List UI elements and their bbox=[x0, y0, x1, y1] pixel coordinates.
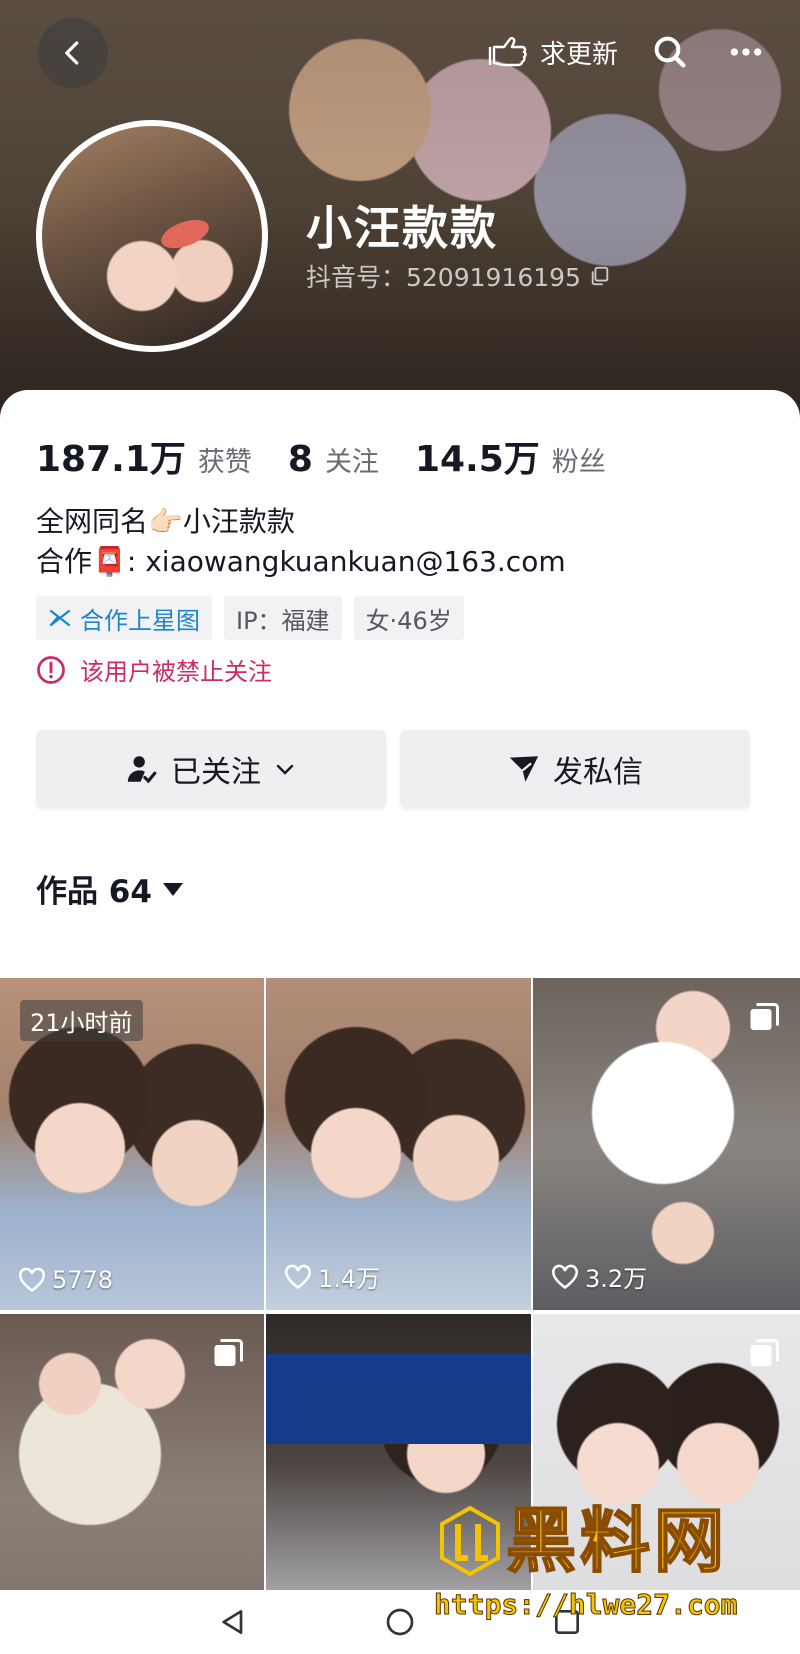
bio-line-2-suffix: : xiaowangkuankuan@163.com bbox=[126, 545, 566, 578]
stat-likes-value: 187.1万 bbox=[36, 439, 186, 480]
warning-icon bbox=[37, 655, 65, 684]
chevron-left-icon bbox=[65, 41, 79, 65]
watermark-url: https://hlwe27.com bbox=[433, 1588, 738, 1622]
following-button-label: 已关注 bbox=[171, 755, 261, 790]
video-tile[interactable]: 1.4万 bbox=[266, 978, 533, 1310]
header-actions: 求更新 bbox=[488, 24, 770, 80]
following-button[interactable]: 已关注 bbox=[36, 730, 386, 808]
heart-icon bbox=[285, 1264, 311, 1289]
bio-line-1-suffix: 小汪款款 bbox=[182, 505, 295, 538]
video-likes-count: 3.2万 bbox=[585, 1265, 648, 1293]
video-likes: 1.4万 bbox=[284, 1259, 380, 1294]
douyin-id-text: 抖音号：52091916195 bbox=[306, 263, 581, 292]
works-tab-label: 作品 64 bbox=[36, 874, 152, 910]
bio-line-1-emoji: 👉🏻 bbox=[148, 505, 183, 538]
watermark-title: 黑料网 bbox=[505, 1500, 728, 1582]
stat-following[interactable]: 8 关注 bbox=[288, 439, 379, 480]
watermark: 黑料网 bbox=[440, 1500, 728, 1582]
profile-tags: 合作上星图 IP：福建 女·46岁 bbox=[36, 596, 464, 640]
heart-icon bbox=[552, 1264, 578, 1289]
tag-ip: IP：福建 bbox=[224, 596, 342, 640]
follow-ban-notice: 该用户被禁止关注 bbox=[36, 652, 272, 687]
bio-line-1: 全网同名👉🏻小汪款款 bbox=[36, 502, 566, 542]
video-tile[interactable]: 21小时前 5778 bbox=[0, 978, 266, 1310]
bio-line-2-prefix: 合作 bbox=[36, 545, 93, 578]
back-button[interactable] bbox=[38, 18, 108, 88]
video-tile[interactable]: 3.2万 bbox=[533, 978, 800, 1310]
more-dots-icon bbox=[730, 48, 762, 56]
search-icon bbox=[654, 36, 686, 68]
copy-icon bbox=[591, 266, 609, 286]
request-update-label: 求更新 bbox=[539, 39, 618, 70]
gallery-icon bbox=[750, 1003, 779, 1030]
bio-line-1-prefix: 全网同名 bbox=[36, 505, 149, 538]
gallery-icon bbox=[214, 1339, 243, 1366]
douyin-id[interactable]: 抖音号：52091916195 bbox=[306, 258, 611, 294]
tag-star-map[interactable]: 合作上星图 bbox=[36, 596, 212, 640]
nav-back-icon[interactable] bbox=[217, 1606, 249, 1638]
message-button-label: 发私信 bbox=[553, 755, 643, 790]
bio-line-2: 合作📮: xiaowangkuankuan@163.com bbox=[36, 542, 566, 582]
stat-likes: 187.1万 获赞 bbox=[36, 430, 252, 482]
search-button[interactable] bbox=[646, 28, 694, 76]
user-check-icon bbox=[127, 756, 157, 784]
video-likes-count: 5778 bbox=[52, 1266, 114, 1294]
works-tab[interactable]: 作品 64 bbox=[36, 866, 184, 911]
stat-following-value: 8 bbox=[287, 439, 313, 480]
heart-icon bbox=[19, 1267, 45, 1293]
request-update-button[interactable]: 求更新 bbox=[488, 33, 618, 71]
star-map-icon bbox=[49, 609, 71, 627]
caret-down-icon bbox=[162, 882, 183, 896]
stats-row: 187.1万 获赞 8 关注 14.5万 粉丝 bbox=[36, 430, 642, 482]
follow-ban-text: 该用户被禁止关注 bbox=[80, 658, 272, 686]
video-time-badge: 21小时前 bbox=[20, 1000, 143, 1041]
chevron-down-icon bbox=[276, 764, 294, 775]
stat-likes-label: 获赞 bbox=[197, 447, 252, 478]
profile-nickname: 小汪款款 bbox=[306, 201, 498, 255]
action-buttons: 已关注 发私信 bbox=[36, 730, 750, 808]
more-button[interactable] bbox=[722, 28, 770, 76]
tag-star-map-label: 合作上星图 bbox=[80, 606, 200, 635]
profile-bio: 全网同名👉🏻小汪款款 合作📮: xiaowangkuankuan@163.com bbox=[36, 502, 566, 582]
paper-plane-icon bbox=[509, 756, 539, 782]
avatar-decoration bbox=[157, 214, 213, 254]
tag-gender-age: 女·46岁 bbox=[353, 596, 464, 640]
stat-followers[interactable]: 14.5万 粉丝 bbox=[415, 430, 606, 482]
avatar[interactable] bbox=[36, 120, 268, 352]
gallery-icon bbox=[750, 1339, 779, 1366]
message-button[interactable]: 发私信 bbox=[400, 730, 750, 808]
stat-following-label: 关注 bbox=[324, 447, 379, 478]
video-likes: 5778 bbox=[18, 1266, 113, 1294]
pointing-hand-icon bbox=[488, 37, 527, 67]
video-likes-count: 1.4万 bbox=[318, 1265, 381, 1293]
watermark-logo-icon bbox=[440, 1506, 500, 1576]
stat-followers-value: 14.5万 bbox=[414, 439, 540, 480]
nav-home-icon[interactable] bbox=[384, 1606, 416, 1638]
bio-line-2-emoji: 📮 bbox=[92, 545, 127, 578]
video-likes: 3.2万 bbox=[551, 1259, 647, 1294]
stat-followers-label: 粉丝 bbox=[551, 447, 606, 478]
